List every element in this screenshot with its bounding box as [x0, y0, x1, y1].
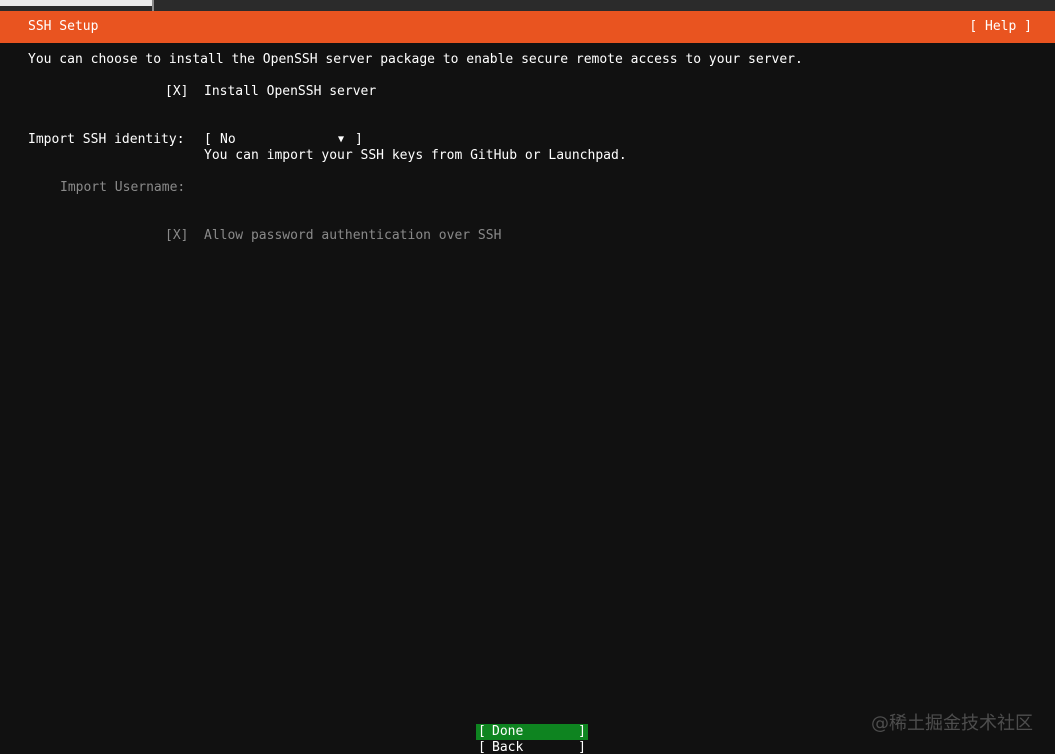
- import-identity-label: Import SSH identity:: [28, 132, 185, 147]
- header-bar: SSH Setup [ Help ]: [0, 11, 1055, 43]
- back-button-label: Back: [492, 740, 524, 754]
- watermark: @稀土掘金技术社区: [871, 713, 1033, 734]
- install-openssh-checkbox[interactable]: [X]: [165, 84, 188, 100]
- dropdown-value: No: [220, 132, 236, 147]
- import-identity-hint: You can import your SSH keys from GitHub…: [204, 148, 627, 163]
- allow-password-checkbox[interactable]: [X]: [165, 228, 188, 244]
- allow-password-label: Allow password authentication over SSH: [204, 228, 502, 243]
- page-title: SSH Setup: [28, 19, 99, 34]
- back-button[interactable]: [ Back ]: [476, 740, 588, 754]
- install-openssh-label: Install OpenSSH server: [204, 84, 377, 99]
- done-bracket-open: [: [478, 724, 486, 739]
- window-tab-edge: [152, 0, 154, 11]
- intro-text: You can choose to install the OpenSSH se…: [28, 52, 803, 67]
- dropdown-bracket-close: ]: [355, 132, 363, 147]
- done-bracket-close: ]: [578, 724, 586, 739]
- window-top-strip: [0, 0, 1055, 11]
- back-bracket-close: ]: [578, 740, 586, 754]
- window-tab: [0, 0, 152, 6]
- chevron-down-icon: ▼: [338, 134, 345, 145]
- import-username-label: Import Username:: [60, 180, 186, 195]
- done-button[interactable]: [ Done ]: [476, 724, 588, 740]
- dropdown-bracket-open: [: [204, 132, 212, 147]
- back-bracket-open: [: [478, 740, 486, 754]
- import-username-field[interactable]: [204, 180, 504, 196]
- done-button-label: Done: [492, 724, 524, 739]
- help-button[interactable]: [ Help ]: [969, 19, 1032, 35]
